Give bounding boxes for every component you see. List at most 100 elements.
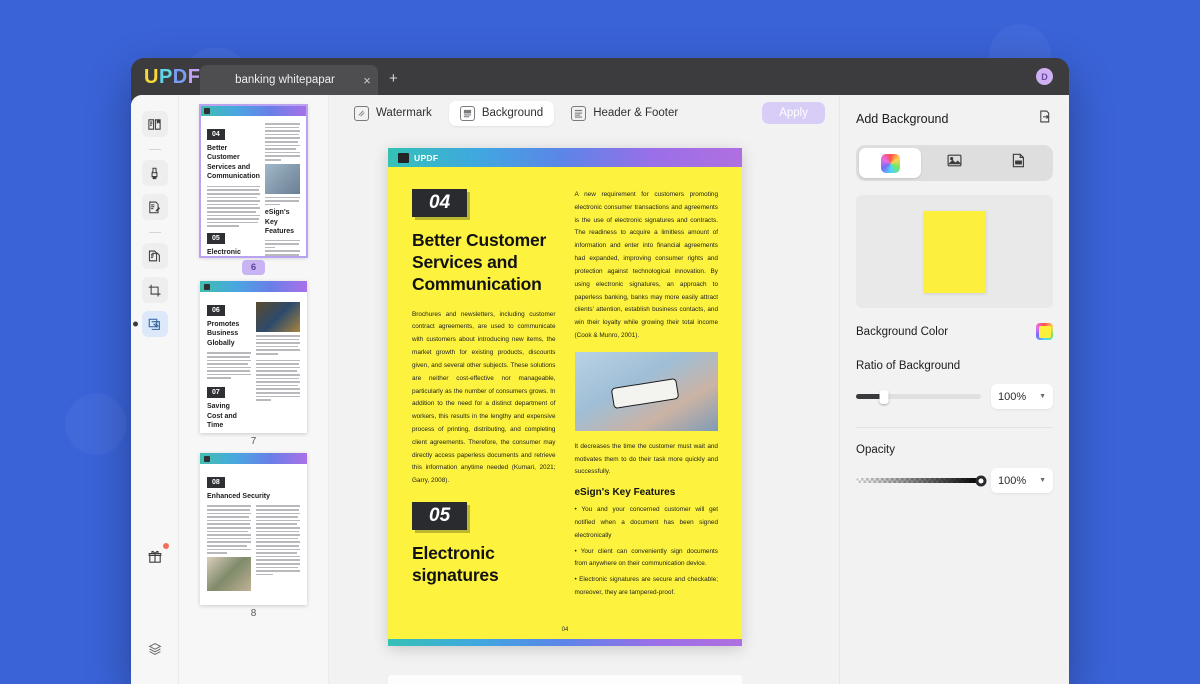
document-tab[interactable]: banking whitepapar ×: [200, 65, 378, 95]
thumbnail-item[interactable]: 08 Enhanced Security 8: [200, 453, 307, 619]
watermark-icon: [354, 105, 369, 121]
panel-divider: [856, 427, 1053, 428]
thumb-section-number: 05: [207, 232, 225, 244]
tab-watermark[interactable]: Watermark: [343, 101, 443, 126]
stamp-icon: [147, 317, 162, 332]
rail-item-gift[interactable]: [142, 543, 169, 570]
thumbnail-item[interactable]: 04 Better Customer Services and Communic…: [199, 104, 308, 275]
section-body-04: Brochures and newsletters, including cus…: [412, 310, 556, 485]
thumb-body-lines: [264, 239, 300, 257]
feature-toolbar: Watermark Background Header & Footer App…: [329, 95, 839, 131]
thumbnail-page-preview[interactable]: 08 Enhanced Security: [200, 453, 307, 605]
highlighter-icon: [147, 166, 162, 181]
tab-header-footer-label: Header & Footer: [593, 107, 679, 119]
background-icon: [459, 105, 475, 121]
thumb-body-lines: [264, 196, 300, 206]
panel-header: Add Background: [856, 109, 1053, 129]
thumb-image: [207, 556, 251, 591]
chevron-down-icon[interactable]: ▼: [1039, 393, 1046, 400]
page-brand-label: UPDF: [414, 152, 439, 163]
thumb-section-heading: Enhanced Security: [207, 493, 271, 500]
thumb-image: [256, 302, 300, 332]
background-color-label: Background Color: [856, 325, 949, 338]
section-title-04: Better Customer Services and Communicati…: [412, 230, 547, 294]
thumb-section-heading: Promotes Business Globally: [207, 321, 240, 347]
background-type-tabs[interactable]: [856, 145, 1053, 181]
thumb-section-heading: Better Customer Services and Communicati…: [207, 145, 260, 181]
thumbnail-page-preview[interactable]: 04 Better Customer Services and Communic…: [199, 104, 308, 258]
panel-title: Add Background: [856, 112, 949, 126]
tab-header-footer[interactable]: Header & Footer: [560, 101, 689, 126]
background-preview: [856, 195, 1053, 308]
rail-item-annotate[interactable]: [141, 160, 168, 186]
opacity-slider-row[interactable]: 100% ▼: [856, 468, 1053, 493]
thumb-body-lines: [256, 335, 300, 355]
thumbnail-panel[interactable]: 04 Better Customer Services and Communic…: [179, 95, 329, 684]
thumb-body-lines: [207, 352, 251, 380]
thumb-body-lines: [207, 505, 251, 554]
opacity-slider[interactable]: [856, 475, 987, 486]
ratio-value: 100%: [998, 390, 1027, 403]
bullet-item: • Your client can conveniently sign docu…: [574, 547, 719, 568]
left-rail: [131, 95, 179, 684]
logo-letter-u: U: [144, 66, 159, 88]
page-left-column: 04 Better Customer Services and Communic…: [412, 189, 556, 603]
ratio-slider[interactable]: [856, 389, 981, 404]
tab-background-color[interactable]: [859, 148, 922, 178]
updf-logo: UPDF: [144, 66, 200, 89]
bullet-item: • Electronic signatures are secure and c…: [574, 576, 719, 597]
background-panel: Add Background Background Color Ratio of…: [839, 95, 1069, 684]
phone-illustration: [610, 378, 679, 409]
rail-item-crop-pages[interactable]: [141, 277, 168, 303]
thumb-section-number: 08: [207, 477, 225, 488]
app-body: 04 Better Customer Services and Communic…: [131, 95, 1069, 684]
rail-item-edit-pdf[interactable]: [141, 194, 168, 220]
ratio-value-select[interactable]: 100% ▼: [991, 384, 1053, 409]
thumb-body-lines: [256, 359, 300, 401]
apply-button[interactable]: Apply: [762, 102, 825, 124]
updf-mark-icon: [398, 152, 409, 163]
thumbnail-page-preview[interactable]: 06 Promotes Business Globally 07 Saving …: [200, 281, 307, 433]
page-content: 04 Better Customer Services and Communic…: [388, 167, 742, 603]
rail-divider-1: [148, 149, 161, 150]
thumb-header-bar: [200, 281, 307, 292]
tab-background[interactable]: Background: [448, 100, 555, 126]
rail-item-reader-view[interactable]: [141, 111, 168, 137]
opacity-value-select[interactable]: 100% ▼: [991, 468, 1053, 493]
rail-item-organize-pages[interactable]: [141, 243, 168, 269]
image-icon: [946, 152, 963, 174]
chevron-down-icon[interactable]: ▼: [1039, 477, 1046, 484]
section-number-05: 05: [412, 502, 468, 530]
section-title-05: Electronic signatures: [412, 543, 499, 585]
close-icon[interactable]: ×: [356, 74, 378, 87]
new-tab-icon[interactable]: +: [389, 71, 398, 86]
document-canvas[interactable]: UPDF 04 Better Customer Services and Com…: [329, 131, 839, 684]
tab-watermark-label: Watermark: [376, 107, 432, 119]
save-preset-icon[interactable]: [1038, 109, 1053, 129]
thumbnail-page-label: 8: [250, 608, 257, 619]
rail-item-layers[interactable]: [142, 636, 168, 662]
background-color-row: Background Color: [856, 323, 1053, 340]
tab-background-image[interactable]: [923, 148, 985, 178]
bullet-item: • You and your concerned customer will g…: [574, 506, 719, 539]
tab-background-file[interactable]: [988, 148, 1050, 178]
opacity-slider-handle[interactable]: [975, 475, 987, 486]
thumb-image: [264, 163, 300, 194]
background-color-swatch[interactable]: [1036, 323, 1053, 340]
thumbnail-item[interactable]: 06 Promotes Business Globally 07 Saving …: [200, 281, 307, 447]
ratio-slider-row[interactable]: 100% ▼: [856, 384, 1053, 409]
right-paragraph: A new requirement for customers promotin…: [574, 191, 719, 339]
ratio-slider-handle[interactable]: [879, 389, 888, 404]
rail-bottom-group: [131, 543, 179, 670]
thumb-section-heading: Electronic signatures: [207, 248, 241, 256]
thumbnail-page-label: 7: [250, 436, 257, 447]
page-right-column: A new requirement for customers promotin…: [574, 189, 719, 603]
tab-background-label: Background: [481, 107, 544, 119]
thumb-header-bar: [200, 453, 307, 464]
edit-document-icon: [147, 200, 162, 215]
crop-icon: [147, 283, 162, 298]
center-area: Watermark Background Header & Footer App…: [329, 95, 839, 684]
rail-item-batch-watermark[interactable]: [132, 311, 168, 337]
avatar[interactable]: D: [1036, 68, 1053, 85]
right-sub-heading: eSign's Key Features: [574, 487, 676, 499]
